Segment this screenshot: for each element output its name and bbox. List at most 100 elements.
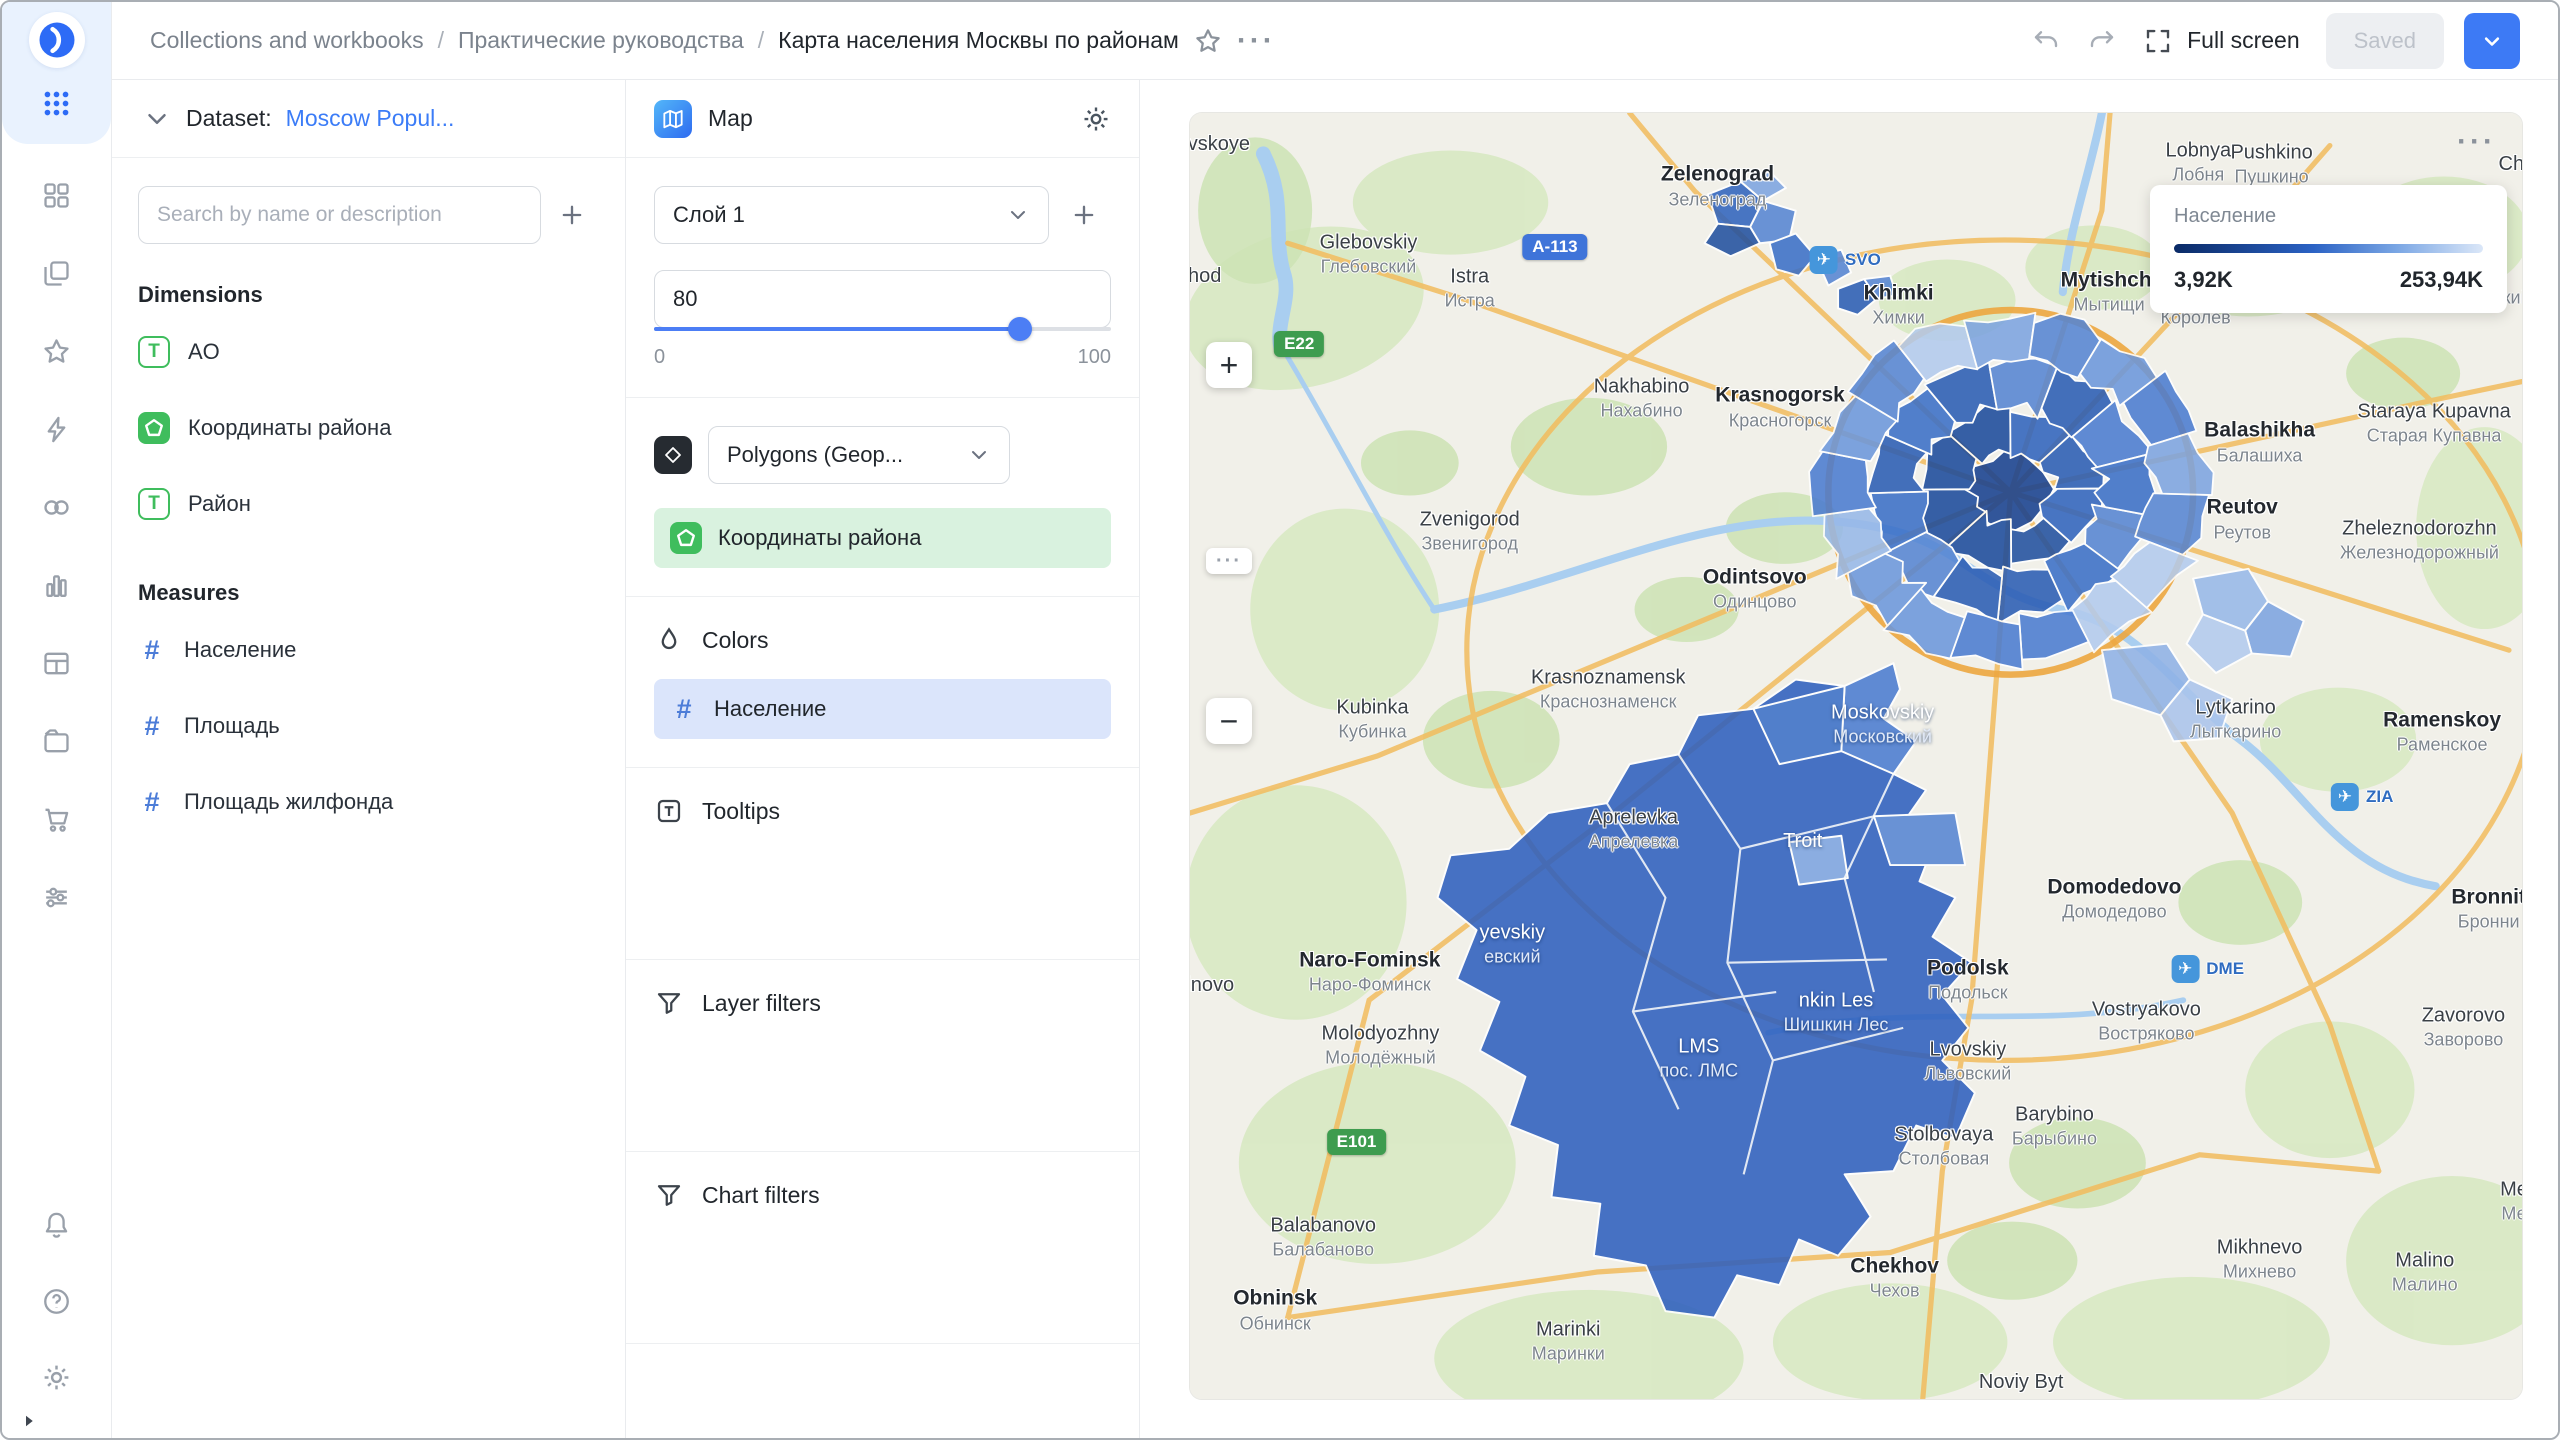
dimension-item[interactable]: T AO bbox=[138, 314, 599, 390]
dataset-link[interactable]: Moscow Popul... bbox=[286, 105, 455, 132]
map-container[interactable]: rovskoyeLobnyaЛобняPushkinoПушкиноChZele… bbox=[1190, 113, 2522, 1399]
geotype-value: Polygons (Geop... bbox=[727, 442, 903, 468]
colors-icon bbox=[654, 625, 684, 655]
bar-chart-icon[interactable] bbox=[30, 558, 84, 612]
layer-select[interactable]: Слой 1 bbox=[654, 186, 1049, 244]
tooltips-title: Tooltips bbox=[702, 798, 780, 825]
saved-button[interactable]: Saved bbox=[2326, 13, 2444, 69]
add-field-button[interactable] bbox=[545, 188, 599, 242]
measure-item[interactable]: #Площадь жилфонда bbox=[138, 764, 599, 840]
geotype-select[interactable]: Polygons (Geop... bbox=[708, 426, 1010, 484]
sliders-icon[interactable] bbox=[30, 870, 84, 924]
opacity-min: 0 bbox=[654, 346, 665, 369]
zoom-slider-handle[interactable]: ··· bbox=[1206, 548, 1252, 574]
text-field-icon: T bbox=[138, 336, 170, 368]
dimensions-title: Dimensions bbox=[138, 282, 599, 308]
rail-bottom bbox=[30, 1198, 84, 1410]
lightning-icon[interactable] bbox=[30, 402, 84, 456]
circles-icon[interactable] bbox=[30, 480, 84, 534]
rail-nav bbox=[30, 168, 84, 924]
map-chart-icon[interactable] bbox=[654, 100, 692, 138]
geometry-section: Polygons (Geop... Координаты района bbox=[626, 397, 1139, 596]
dataset-panel: Dataset: Moscow Popul... Dimensions T AO К… bbox=[112, 80, 626, 1438]
zoom-control: + ··· − bbox=[1206, 342, 1252, 744]
field-label: Координаты района bbox=[188, 415, 391, 441]
opacity-knob[interactable] bbox=[1008, 317, 1032, 341]
geopolygon-field-label: Координаты района bbox=[718, 525, 921, 551]
measure-field-icon: # bbox=[138, 710, 166, 742]
more-menu-icon[interactable]: ··· bbox=[1237, 26, 1276, 56]
help-icon[interactable] bbox=[30, 1274, 84, 1328]
config-panel-spacer bbox=[626, 1343, 1139, 1438]
page-title: Карта населения Москвы по районам bbox=[778, 27, 1179, 54]
geopolygon-field-icon bbox=[138, 412, 170, 444]
breadcrumb-workbook[interactable]: Практические руководства bbox=[458, 27, 744, 54]
dimensions-list: T AO Координаты района TРайон bbox=[138, 314, 599, 542]
opacity-slider[interactable]: 80 0 100 bbox=[654, 270, 1111, 369]
folder-icon[interactable] bbox=[30, 714, 84, 768]
cart-icon[interactable] bbox=[30, 792, 84, 846]
left-rail bbox=[2, 2, 112, 1438]
opacity-value: 80 bbox=[673, 286, 697, 312]
field-label: Площадь жилфонда bbox=[184, 789, 393, 815]
layer-section: Слой 1 80 0 100 bbox=[626, 158, 1139, 397]
colors-field-chip[interactable]: # Население bbox=[654, 679, 1111, 739]
chart-type-label: Map bbox=[708, 105, 753, 132]
geopolygon-field-icon bbox=[670, 522, 702, 554]
layers-icon[interactable] bbox=[30, 246, 84, 300]
map-more-icon[interactable]: ··· bbox=[2457, 127, 2496, 157]
add-layer-button[interactable] bbox=[1057, 188, 1111, 242]
dimension-item[interactable]: Координаты района bbox=[138, 390, 599, 466]
opacity-track[interactable] bbox=[654, 327, 1111, 331]
geolayer-icon bbox=[654, 436, 692, 474]
fullscreen-label[interactable]: Full screen bbox=[2187, 27, 2299, 54]
favorite-star-icon[interactable] bbox=[1193, 26, 1223, 56]
funnel-icon bbox=[654, 1180, 684, 1210]
legend-gradient bbox=[2174, 244, 2483, 253]
breadcrumb-separator: / bbox=[758, 27, 764, 54]
search-input[interactable] bbox=[138, 186, 541, 244]
table-icon[interactable] bbox=[30, 636, 84, 690]
expand-panel-button[interactable] bbox=[2, 1410, 111, 1438]
tooltips-section[interactable]: Tooltips bbox=[626, 767, 1139, 959]
chart-filters-section[interactable]: Chart filters bbox=[626, 1151, 1139, 1343]
chart-config-panel: Map Слой 1 80 bbox=[626, 80, 1140, 1438]
text-field-icon: T bbox=[138, 488, 170, 520]
redo-icon[interactable] bbox=[2087, 26, 2117, 56]
zoom-out-button[interactable]: − bbox=[1206, 698, 1252, 744]
map-panel: rovskoyeLobnyaЛобняPushkinoПушкиноChZele… bbox=[1140, 80, 2558, 1438]
star-icon[interactable] bbox=[30, 324, 84, 378]
save-dropdown-button[interactable] bbox=[2464, 13, 2520, 69]
squares-icon[interactable] bbox=[30, 168, 84, 222]
fullscreen-icon[interactable] bbox=[2143, 26, 2173, 56]
chart-filters-title: Chart filters bbox=[702, 1182, 820, 1209]
datalens-logo[interactable] bbox=[29, 12, 85, 68]
services-grid-icon[interactable] bbox=[30, 76, 84, 130]
field-label: AO bbox=[188, 339, 220, 365]
geopolygon-field-chip[interactable]: Координаты района bbox=[654, 508, 1111, 568]
measures-title: Measures bbox=[138, 580, 599, 606]
undo-icon[interactable] bbox=[2031, 26, 2061, 56]
dataset-label: Dataset: bbox=[186, 105, 272, 132]
tooltips-icon bbox=[654, 796, 684, 826]
top-bar: Collections and workbooks / Практические… bbox=[112, 2, 2558, 80]
legend-title: Население bbox=[2174, 205, 2483, 228]
layer-filters-section[interactable]: Layer filters bbox=[626, 959, 1139, 1151]
dimension-item[interactable]: TРайон bbox=[138, 466, 599, 542]
chevron-down-icon bbox=[967, 443, 991, 467]
zoom-in-button[interactable]: + bbox=[1206, 342, 1252, 388]
chart-settings-gear-icon[interactable] bbox=[1081, 104, 1111, 134]
layer-filters-title: Layer filters bbox=[702, 990, 821, 1017]
colors-field-label: Население bbox=[714, 696, 826, 722]
chart-type-header: Map bbox=[626, 80, 1139, 158]
measure-item[interactable]: #Население bbox=[138, 612, 599, 688]
gear-icon[interactable] bbox=[30, 1350, 84, 1404]
bell-icon[interactable] bbox=[30, 1198, 84, 1252]
chevron-down-icon[interactable] bbox=[142, 104, 172, 134]
colors-section: Colors # Население bbox=[626, 596, 1139, 767]
measures-list: #Население#Площадь#Площадь жилфонда bbox=[138, 612, 599, 840]
dataset-header: Dataset: Moscow Popul... bbox=[112, 80, 625, 158]
rail-top bbox=[2, 2, 111, 144]
measure-item[interactable]: #Площадь bbox=[138, 688, 599, 764]
breadcrumb-collections[interactable]: Collections and workbooks bbox=[150, 27, 424, 54]
